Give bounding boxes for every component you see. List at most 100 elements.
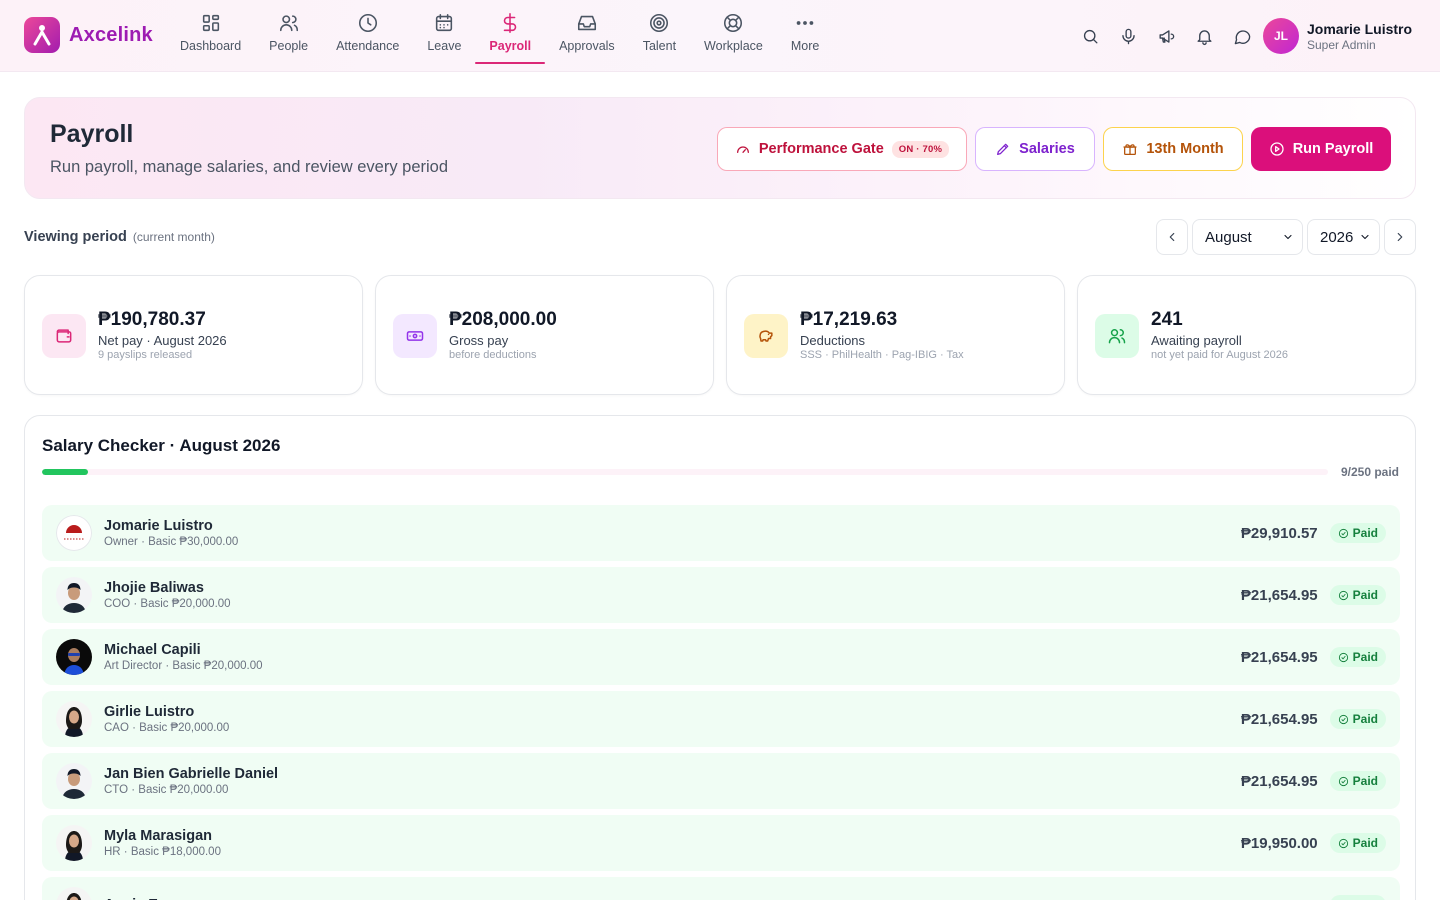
stat-value: ₱190,780.37 [98,309,206,330]
stat-icon-box [393,314,437,358]
page-title: Payroll [50,120,134,148]
employee-role-basic: CAO · Basic ₱20,000.00 [104,721,230,734]
salaries-label: Salaries [1019,141,1075,157]
salary-row[interactable]: Jhojie Baliwas COO · Basic ₱20,000.00 ₱21,… [42,567,1400,623]
calendar-icon [436,13,453,32]
nav-item-approvals[interactable]: Approvals [545,0,629,64]
paid-status-badge[interactable]: Paid [1329,771,1386,791]
bell-icon [1196,29,1212,45]
performance-gate-button[interactable]: Performance Gate ON · 70% [717,127,967,171]
next-period-button[interactable] [1384,219,1416,255]
users-icon [1108,329,1126,344]
net-amount: ₱17,475.00 [1241,897,1318,900]
status-label: Paid [1352,526,1378,540]
nav-item-attendance[interactable]: Attendance [322,0,413,64]
brand[interactable]: Axcelink [24,17,153,53]
dashboard-icon [202,14,219,32]
search-button[interactable] [1078,22,1102,50]
nav-item-more[interactable]: More [777,0,833,64]
paid-status-badge[interactable]: Paid [1329,833,1386,853]
salary-row[interactable]: Angie Escaros₱17,475.00 Paid [42,877,1400,900]
status-label: Paid [1352,836,1378,850]
notifications-button[interactable] [1192,22,1216,50]
clock-icon [358,13,377,33]
stat-label: Net pay · August 2026 [98,333,227,348]
messages-button[interactable] [1230,22,1254,50]
salary-row[interactable]: Girlie Luistro CAO · Basic ₱20,000.00 ₱21,… [42,691,1400,747]
check-circle-icon [1338,528,1348,538]
stat-note: not yet paid for August 2026 [1151,349,1288,361]
employee-info: Jhojie Baliwas COO · Basic ₱20,000.00 [104,579,1241,612]
people-icon [279,15,298,32]
thirteenth-month-button[interactable]: 13th Month [1103,127,1243,171]
voice-button[interactable] [1116,22,1140,50]
paid-status-badge[interactable]: Paid [1329,647,1386,667]
employee-role-basic: Owner · Basic ₱30,000.00 [104,535,239,548]
user-name: Jomarie Luistro [1307,20,1413,37]
run-payroll-button[interactable]: Run Payroll [1251,127,1391,171]
nav-label: Approvals [559,39,615,53]
month-select[interactable]: August [1192,219,1303,255]
user-role: Super Admin [1307,37,1376,52]
employee-name: Angie Escaros [104,896,1241,900]
avatar [56,825,92,861]
nav-item-workplace[interactable]: Workplace [690,0,777,64]
nav-item-leave[interactable]: Leave [413,0,475,64]
announcements-button[interactable] [1154,22,1178,50]
avatar [56,763,92,799]
paid-status-badge[interactable]: Paid [1329,523,1386,543]
salary-row[interactable]: Jomarie Luistro Owner · Basic ₱30,000.00 ₱… [42,505,1400,561]
stat-icon-box [1095,314,1139,358]
status-label: Paid [1352,774,1378,788]
dollar-icon [503,13,517,33]
check-circle-icon [1338,838,1348,848]
salary-row[interactable]: Michael Capili Art Director · Basic ₱20,0… [42,629,1400,685]
nav-item-people[interactable]: People [255,0,322,64]
run-payroll-label: Run Payroll [1292,141,1374,157]
stat-icon-box [744,314,788,358]
previous-period-button[interactable] [1156,219,1188,255]
wallet-icon [56,329,72,343]
user-menu[interactable]: JL Jomarie Luistro Super Admin [1263,18,1412,54]
nav-item-talent[interactable]: Talent [629,0,690,64]
salary-checker-panel: Salary Checker · August 2026 9/250 paid … [24,415,1416,900]
microphone-icon [1121,28,1135,44]
employee-role-basic: HR · Basic ₱18,000.00 [104,845,221,858]
employee-info: Jomarie Luistro Owner · Basic ₱30,000.00 [104,517,1241,550]
paid-status-badge[interactable]: Paid [1329,709,1386,729]
period-note: (current month) [132,230,215,244]
nav-item-dashboard[interactable]: Dashboard [166,0,255,64]
chevron-down-icon [1361,234,1369,240]
stat-card-awaiting-payroll: 241 Awaiting payroll not yet paid for Au… [1077,275,1416,395]
check-circle-icon [1338,776,1348,786]
salary-row[interactable]: Jan Bien Gabrielle Daniel CTO · Basic ₱20… [42,753,1400,809]
salary-row[interactable]: Myla Marasigan HR · Basic ₱18,000.00 ₱19,9… [42,815,1400,871]
stat-value: ₱208,000.00 [449,309,557,330]
check-circle-icon [1338,590,1348,600]
search-icon [1083,29,1098,44]
stat-icon-box [42,314,86,358]
brand-name: Axcelink [69,23,153,46]
check-circle-icon [1338,652,1348,662]
paid-status-badge[interactable]: Paid [1329,585,1386,605]
status-label: Paid [1352,650,1378,664]
thirteenth-month-label: 13th Month [1146,141,1224,157]
nav-label: Talent [642,39,677,53]
payroll-progress-fill [42,469,89,475]
lifebuoy-icon [724,13,743,33]
avatar [56,515,92,551]
stat-label: Deductions [800,333,866,348]
avatar [56,577,92,613]
brand-logo-icon [24,17,60,53]
nav-label: Attendance [336,39,400,53]
paid-status-badge[interactable]: Paid [1329,895,1386,900]
stat-label: Awaiting payroll [1151,333,1242,348]
avatar [56,887,92,900]
chevron-right-icon [1397,232,1403,242]
salaries-button[interactable]: Salaries [975,127,1095,171]
year-select[interactable]: 2026 [1307,219,1380,255]
employee-role-basic: CTO · Basic ₱20,000.00 [104,783,229,796]
nav-item-payroll[interactable]: Payroll [475,0,545,64]
nav-label: Workplace [704,39,763,53]
stat-card-deductions: ₱17,219.63 Deductions SSS · PhilHealth ·… [726,275,1065,395]
